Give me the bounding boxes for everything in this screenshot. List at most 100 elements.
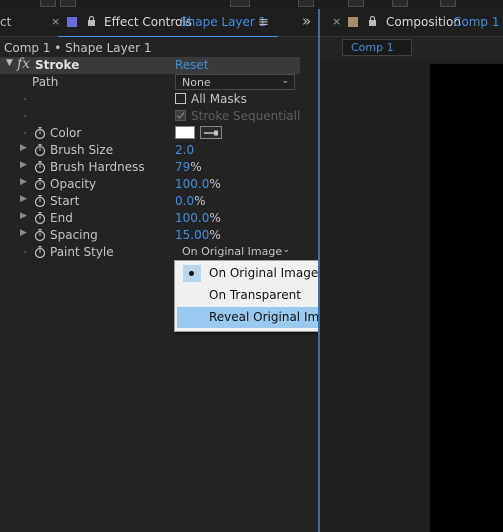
brush-size-label: Brush Size — [50, 143, 114, 157]
tab-effect-controls[interactable]: Effect Controls — [104, 15, 192, 29]
stopwatch-icon[interactable] — [34, 228, 46, 242]
stopwatch-icon[interactable] — [34, 177, 46, 191]
spacing-value[interactable]: 15.00% — [175, 228, 221, 242]
expand-icon[interactable]: ▶ — [20, 228, 27, 238]
stopwatch-icon[interactable] — [34, 211, 46, 225]
toolbar-button[interactable] — [60, 0, 76, 7]
tab-effect-controls-layer[interactable]: Shape Layer 1 — [180, 15, 266, 29]
close-tab-icon[interactable]: × — [332, 15, 341, 28]
overflow-icon[interactable]: » — [302, 12, 311, 30]
brush-hardness-unit: % — [190, 160, 202, 174]
comp-navigator-button[interactable]: Comp 1 — [342, 39, 412, 56]
composition-color-swatch — [348, 17, 358, 27]
menu-item-label: On Original Image — [209, 266, 319, 280]
indent-dot — [24, 132, 26, 134]
end-label: End — [50, 211, 73, 225]
reset-button[interactable]: Reset — [175, 58, 209, 72]
toolbar-button[interactable] — [348, 0, 364, 7]
stopwatch-icon[interactable] — [34, 143, 46, 157]
spacing-unit: % — [209, 228, 221, 242]
stroke-sequentially-checkbox — [175, 110, 186, 121]
stopwatch-icon[interactable] — [34, 194, 46, 208]
effect-controls-panel: ct × Effect Controls Shape Layer 1 ≡ » C… — [0, 9, 381, 532]
brush-size-value[interactable]: 2.0 — [175, 143, 194, 157]
previous-tab-label[interactable]: ct — [0, 15, 11, 29]
all-masks-row: All Masks — [0, 91, 300, 108]
effect-header-row[interactable]: ▼ fx Stroke Reset — [0, 56, 300, 74]
lock-icon[interactable] — [368, 16, 377, 26]
brush-hardness-row: ▶ Brush Hardness 79% — [0, 159, 300, 176]
indent-dot — [24, 98, 26, 100]
brush-hardness-label: Brush Hardness — [50, 160, 145, 174]
effect-name: Stroke — [35, 58, 80, 72]
brush-hardness-number[interactable]: 79 — [175, 160, 190, 174]
composition-tab-bar: × Composition Comp 1 — [320, 9, 503, 37]
eyedropper-icon[interactable] — [200, 126, 222, 139]
stopwatch-icon[interactable] — [34, 245, 46, 259]
end-unit: % — [209, 211, 221, 225]
expand-icon[interactable]: ▶ — [20, 177, 27, 187]
panel-menu-icon[interactable]: ≡ — [258, 15, 269, 30]
toolbar-button[interactable] — [298, 0, 314, 7]
opacity-row: ▶ Opacity 100.0% — [0, 176, 300, 193]
menu-item-label: On Transparent — [209, 288, 301, 302]
start-label: Start — [50, 194, 80, 208]
active-tab-indicator — [58, 36, 278, 37]
tab-composition[interactable]: Composition — [386, 15, 461, 29]
opacity-value[interactable]: 100.0% — [175, 177, 221, 191]
spacing-number[interactable]: 15.00 — [175, 228, 209, 242]
start-row: ▶ Start 0.0% — [0, 193, 300, 210]
paint-style-select-value: On Original Image — [182, 245, 283, 258]
start-value[interactable]: 0.0% — [175, 194, 206, 208]
expand-icon[interactable]: ▶ — [20, 211, 27, 221]
end-value[interactable]: 100.0% — [175, 211, 221, 225]
chevron-down-icon: ⌄ — [282, 245, 290, 255]
color-swatch[interactable] — [175, 126, 195, 139]
opacity-number[interactable]: 100.0 — [175, 177, 209, 191]
selected-bullet-icon — [183, 265, 201, 282]
brush-size-number[interactable]: 2.0 — [175, 143, 194, 157]
toolbar-button[interactable] — [230, 0, 250, 7]
all-masks-checkbox[interactable] — [175, 93, 186, 104]
comp-navigator-label: Comp 1 — [351, 41, 394, 54]
paint-style-select[interactable]: On Original Image ⌄ — [175, 244, 295, 260]
top-toolbar — [0, 0, 503, 9]
indent-dot — [24, 251, 26, 253]
end-number[interactable]: 100.0 — [175, 211, 209, 225]
path-label: Path — [32, 75, 59, 89]
stopwatch-icon[interactable] — [34, 126, 46, 140]
paint-style-row: Paint Style On Original Image ⌄ — [0, 244, 300, 261]
toolbar-button[interactable] — [440, 0, 456, 7]
tab-composition-name[interactable]: Comp 1 — [453, 15, 499, 29]
fx-icon[interactable]: fx — [17, 56, 30, 72]
lock-icon[interactable] — [87, 16, 96, 26]
expand-icon[interactable]: ▶ — [20, 194, 27, 204]
expand-icon[interactable]: ▶ — [20, 160, 27, 170]
expand-icon[interactable]: ▶ — [20, 143, 27, 153]
brush-size-row: ▶ Brush Size 2.0 — [0, 142, 300, 159]
close-tab-icon[interactable]: × — [51, 15, 60, 28]
indent-dot — [24, 115, 26, 117]
start-number[interactable]: 0.0 — [175, 194, 194, 208]
path-select[interactable]: None ⌄ — [175, 74, 295, 90]
all-masks-label: All Masks — [191, 92, 247, 106]
stopwatch-icon[interactable] — [34, 160, 46, 174]
opacity-unit: % — [209, 177, 221, 191]
collapse-icon[interactable]: ▼ — [6, 58, 13, 68]
spacing-row: ▶ Spacing 15.00% — [0, 227, 300, 244]
path-row: Path None ⌄ — [0, 74, 300, 91]
composition-viewer[interactable] — [430, 64, 503, 532]
brush-hardness-value[interactable]: 79% — [175, 160, 202, 174]
effect-controls-color-swatch — [67, 17, 77, 27]
breadcrumb: Comp 1 • Shape Layer 1 — [4, 41, 152, 55]
panel-tab-bar: ct × Effect Controls Shape Layer 1 ≡ » — [0, 9, 318, 37]
color-row: Color — [0, 125, 300, 142]
composition-panel: × Composition Comp 1 Comp 1 — [320, 9, 503, 532]
chevron-down-icon: ⌄ — [281, 76, 289, 86]
path-select-value: None — [182, 76, 211, 89]
toolbar-button[interactable] — [392, 0, 408, 7]
effect-properties: ▼ fx Stroke Reset Path None ⌄ All Masks … — [0, 56, 300, 261]
opacity-label: Opacity — [50, 177, 97, 191]
toolbar-button[interactable] — [40, 0, 56, 7]
paint-style-label: Paint Style — [50, 245, 114, 259]
